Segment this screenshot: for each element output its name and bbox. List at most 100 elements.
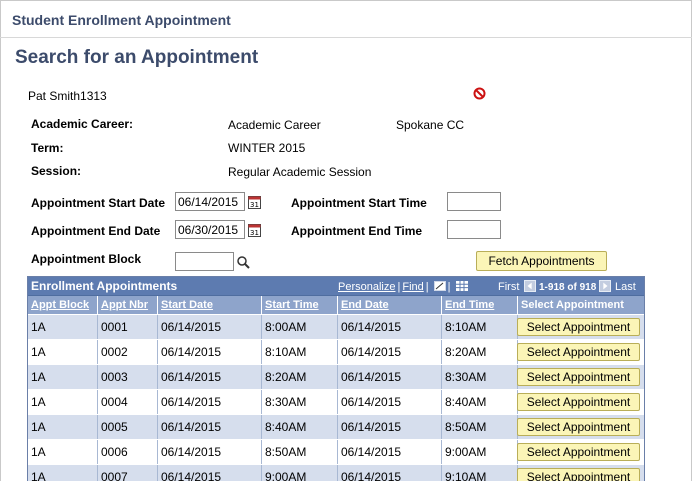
previous-icon[interactable] (524, 280, 536, 292)
appt-end-time-input[interactable] (447, 220, 501, 239)
cell-end-date: 06/14/2015 (337, 415, 441, 440)
row-range: 1-918 of 918 (539, 282, 597, 293)
view-all-icon[interactable] (433, 281, 446, 291)
cell-end-date: 06/14/2015 (337, 465, 441, 481)
table-row: 1A 0005 06/14/2015 8:40AM 06/14/2015 8:50AM Se… (28, 414, 644, 440)
table-row: 1A 0003 06/14/2015 8:20AM 06/14/2015 8:30AM Se… (28, 364, 644, 390)
cell-appt-nbr: 0001 (97, 315, 157, 340)
cell-start-time: 9:00AM (261, 465, 337, 481)
cell-appt-block: 1A (31, 320, 46, 334)
cell-start-time: 8:20AM (261, 365, 337, 390)
cell-appt-nbr: 0006 (97, 440, 157, 465)
col-start-date[interactable]: Start Date (157, 296, 261, 315)
cell-end-date: 06/14/2015 (337, 315, 441, 340)
session-label: Session: (31, 164, 82, 178)
select-appointment-button[interactable]: Select Appointment (517, 368, 640, 386)
cell-start-time: 8:00AM (261, 315, 337, 340)
select-appointment-button[interactable]: Select Appointment (517, 393, 640, 411)
grid-header: Enrollment Appointments Personalize | Find… (28, 277, 644, 295)
cell-start-date: 06/14/2015 (157, 465, 261, 481)
col-end-date[interactable]: End Date (337, 296, 441, 315)
cell-appt-block: 1A (31, 470, 46, 481)
cell-end-date: 06/14/2015 (337, 365, 441, 390)
app-title: Student Enrollment Appointment (12, 12, 231, 28)
appt-end-date-label: Appointment End Date (31, 224, 161, 238)
cell-appt-block: 1A (31, 420, 46, 434)
institution-value: Spokane CC (396, 118, 465, 132)
select-appointment-button[interactable]: Select Appointment (517, 343, 640, 361)
cell-appt-nbr: 0004 (97, 390, 157, 415)
appt-end-date-input[interactable] (175, 220, 245, 239)
table-row: 1A 0004 06/14/2015 8:30AM 06/14/2015 8:40AM Se… (28, 389, 644, 415)
cell-end-time: 8:50AM (441, 415, 517, 440)
appt-start-time-input[interactable] (447, 192, 501, 211)
cell-end-time: 8:40AM (441, 390, 517, 415)
cell-start-time: 8:30AM (261, 390, 337, 415)
cell-end-time: 8:20AM (441, 340, 517, 365)
select-appointment-button[interactable]: Select Appointment (517, 418, 640, 436)
cell-end-time: 9:10AM (441, 465, 517, 481)
column-header-row: Appt Block Appt Nbr Start Date Start Tim… (28, 295, 644, 315)
col-appt-block[interactable]: Appt Block (28, 296, 97, 315)
cell-start-time: 8:50AM (261, 440, 337, 465)
table-row: 1A 0001 06/14/2015 8:00AM 06/14/2015 8:10AM Se… (28, 314, 644, 340)
col-end-time[interactable]: End Time (441, 296, 517, 315)
cell-start-time: 8:10AM (261, 340, 337, 365)
col-start-time[interactable]: Start Time (261, 296, 337, 315)
cell-end-time: 8:30AM (441, 365, 517, 390)
cell-appt-nbr: 0002 (97, 340, 157, 365)
download-grid-icon[interactable] (455, 281, 468, 291)
appt-start-time-label: Appointment Start Time (291, 196, 427, 210)
appt-end-time-label: Appointment End Time (291, 224, 423, 238)
col-appt-nbr[interactable]: Appt Nbr (97, 296, 157, 315)
cell-appt-block: 1A (31, 370, 46, 384)
cell-start-date: 06/14/2015 (157, 440, 261, 465)
student-name: Pat Smith1313 (28, 89, 107, 103)
calendar-icon[interactable]: 31 (248, 195, 261, 209)
table-row: 1A 0006 06/14/2015 8:50AM 06/14/2015 9:00AM Se… (28, 439, 644, 465)
page-title: Search for an Appointment (15, 47, 259, 68)
cell-start-date: 06/14/2015 (157, 415, 261, 440)
career-value: Academic Career (228, 118, 321, 132)
select-appointment-button[interactable]: Select Appointment (517, 443, 640, 461)
cell-end-time: 9:00AM (441, 440, 517, 465)
last-link[interactable]: Last (615, 281, 636, 293)
cell-start-date: 06/14/2015 (157, 365, 261, 390)
cell-appt-block: 1A (31, 395, 46, 409)
select-appointment-button[interactable]: Select Appointment (517, 318, 640, 336)
cell-start-date: 06/14/2015 (157, 315, 261, 340)
career-label: Academic Career: (31, 117, 134, 131)
lookup-icon[interactable] (236, 255, 251, 270)
select-appointment-button[interactable]: Select Appointment (517, 468, 640, 481)
title-divider (0, 37, 692, 38)
term-value: WINTER 2015 (228, 141, 306, 155)
appt-start-date-input[interactable] (175, 192, 245, 211)
cell-start-date: 06/14/2015 (157, 340, 261, 365)
appt-block-input[interactable] (175, 252, 234, 271)
fetch-appointments-button[interactable]: Fetch Appointments (476, 251, 607, 271)
calendar-icon[interactable]: 31 (248, 223, 261, 237)
find-link[interactable]: Find (402, 281, 423, 293)
term-label: Term: (31, 141, 64, 155)
appt-block-label: Appointment Block (31, 252, 141, 266)
cell-end-date: 06/14/2015 (337, 340, 441, 365)
appt-start-date-label: Appointment Start Date (31, 196, 166, 210)
cell-appt-nbr: 0005 (97, 415, 157, 440)
table-row: 1A 0007 06/14/2015 9:00AM 06/14/2015 9:10AM Se… (28, 464, 644, 481)
cell-appt-block: 1A (31, 345, 46, 359)
enrollment-appointments-grid: Enrollment Appointments Personalize | Find… (27, 276, 645, 481)
svg-text:31: 31 (250, 201, 259, 209)
first-link[interactable]: First (498, 281, 519, 293)
cell-start-date: 06/14/2015 (157, 390, 261, 415)
next-icon[interactable] (599, 280, 611, 292)
session-value: Regular Academic Session (228, 165, 372, 179)
cell-appt-nbr: 0007 (97, 465, 157, 481)
cell-end-date: 06/14/2015 (337, 390, 441, 415)
cancel-icon[interactable] (473, 87, 486, 100)
cell-end-date: 06/14/2015 (337, 440, 441, 465)
col-select-appointment: Select Appointment (517, 296, 644, 315)
svg-text:31: 31 (250, 229, 259, 237)
cell-start-time: 8:40AM (261, 415, 337, 440)
personalize-link[interactable]: Personalize (338, 281, 395, 293)
grid-tools: Personalize | Find | | (338, 281, 468, 293)
